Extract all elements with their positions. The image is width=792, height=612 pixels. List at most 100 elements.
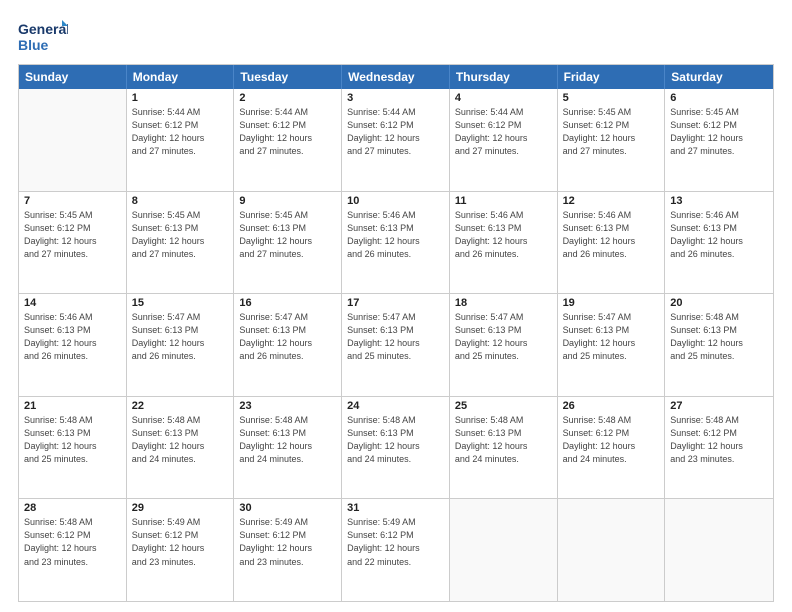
calendar-cell: 6 Sunrise: 5:45 AMSunset: 6:12 PMDaylight… [665, 89, 773, 191]
day-info: Sunrise: 5:45 AMSunset: 6:12 PMDaylight:… [670, 106, 768, 158]
day-number: 15 [132, 297, 229, 309]
day-number: 2 [239, 92, 336, 104]
calendar-week: 14 Sunrise: 5:46 AMSunset: 6:13 PMDayligh… [19, 294, 773, 397]
day-number: 20 [670, 297, 768, 309]
day-number: 3 [347, 92, 444, 104]
day-info: Sunrise: 5:45 AMSunset: 6:13 PMDaylight:… [239, 209, 336, 261]
day-number: 7 [24, 195, 121, 207]
day-info: Sunrise: 5:46 AMSunset: 6:13 PMDaylight:… [24, 311, 121, 363]
calendar-cell: 15 Sunrise: 5:47 AMSunset: 6:13 PMDayligh… [127, 294, 235, 396]
day-info: Sunrise: 5:47 AMSunset: 6:13 PMDaylight:… [239, 311, 336, 363]
calendar-header-cell: Saturday [665, 65, 773, 89]
day-number: 25 [455, 400, 552, 412]
day-number: 21 [24, 400, 121, 412]
calendar-header-cell: Monday [127, 65, 235, 89]
calendar-cell [665, 499, 773, 601]
calendar-cell: 12 Sunrise: 5:46 AMSunset: 6:13 PMDayligh… [558, 192, 666, 294]
day-info: Sunrise: 5:48 AMSunset: 6:13 PMDaylight:… [239, 414, 336, 466]
day-info: Sunrise: 5:49 AMSunset: 6:12 PMDaylight:… [347, 516, 444, 568]
header: General Blue [18, 18, 774, 54]
day-info: Sunrise: 5:45 AMSunset: 6:13 PMDaylight:… [132, 209, 229, 261]
svg-text:Blue: Blue [18, 37, 49, 53]
day-number: 14 [24, 297, 121, 309]
calendar-cell: 30Sunrise: 5:49 AMSunset: 6:12 PMDayligh… [234, 499, 342, 601]
svg-text:General: General [18, 21, 68, 37]
calendar-body: 1 Sunrise: 5:44 AMSunset: 6:12 PMDaylight… [19, 89, 773, 601]
calendar-header-cell: Thursday [450, 65, 558, 89]
day-number: 27 [670, 400, 768, 412]
day-number: 18 [455, 297, 552, 309]
calendar: SundayMondayTuesdayWednesdayThursdayFrid… [18, 64, 774, 602]
day-number: 28 [24, 502, 121, 514]
day-number: 19 [563, 297, 660, 309]
calendar-cell: 2 Sunrise: 5:44 AMSunset: 6:12 PMDaylight… [234, 89, 342, 191]
calendar-cell: 4 Sunrise: 5:44 AMSunset: 6:12 PMDaylight… [450, 89, 558, 191]
day-info: Sunrise: 5:44 AMSunset: 6:12 PMDaylight:… [239, 106, 336, 158]
calendar-header-cell: Friday [558, 65, 666, 89]
calendar-header-cell: Tuesday [234, 65, 342, 89]
day-info: Sunrise: 5:47 AMSunset: 6:13 PMDaylight:… [347, 311, 444, 363]
calendar-cell [450, 499, 558, 601]
calendar-header-cell: Wednesday [342, 65, 450, 89]
day-number: 23 [239, 400, 336, 412]
calendar-cell: 31 Sunrise: 5:49 AMSunset: 6:12 PMDayligh… [342, 499, 450, 601]
day-number: 22 [132, 400, 229, 412]
calendar-cell: 28Sunrise: 5:48 AMSunset: 6:12 PMDayligh… [19, 499, 127, 601]
calendar-week: 1 Sunrise: 5:44 AMSunset: 6:12 PMDaylight… [19, 89, 773, 192]
calendar-cell: 9 Sunrise: 5:45 AMSunset: 6:13 PMDaylight… [234, 192, 342, 294]
page: General Blue SundayMondayTuesdayWednesda… [0, 0, 792, 612]
day-info: Sunrise: 5:44 AMSunset: 6:12 PMDaylight:… [455, 106, 552, 158]
calendar-cell: 11 Sunrise: 5:46 AMSunset: 6:13 PMDayligh… [450, 192, 558, 294]
day-info: Sunrise: 5:46 AMSunset: 6:13 PMDaylight:… [563, 209, 660, 261]
calendar-cell: 10Sunrise: 5:46 AMSunset: 6:13 PMDayligh… [342, 192, 450, 294]
day-info: Sunrise: 5:45 AMSunset: 6:12 PMDaylight:… [563, 106, 660, 158]
day-info: Sunrise: 5:46 AMSunset: 6:13 PMDaylight:… [455, 209, 552, 261]
day-number: 8 [132, 195, 229, 207]
day-number: 17 [347, 297, 444, 309]
day-number: 31 [347, 502, 444, 514]
calendar-header: SundayMondayTuesdayWednesdayThursdayFrid… [19, 65, 773, 89]
day-number: 11 [455, 195, 552, 207]
calendar-cell: 19 Sunrise: 5:47 AMSunset: 6:13 PMDayligh… [558, 294, 666, 396]
day-number: 26 [563, 400, 660, 412]
day-info: Sunrise: 5:44 AMSunset: 6:12 PMDaylight:… [347, 106, 444, 158]
calendar-cell: 20 Sunrise: 5:48 AMSunset: 6:13 PMDayligh… [665, 294, 773, 396]
day-number: 4 [455, 92, 552, 104]
day-info: Sunrise: 5:48 AMSunset: 6:13 PMDaylight:… [132, 414, 229, 466]
day-number: 13 [670, 195, 768, 207]
day-number: 30 [239, 502, 336, 514]
day-number: 6 [670, 92, 768, 104]
day-info: Sunrise: 5:47 AMSunset: 6:13 PMDaylight:… [132, 311, 229, 363]
calendar-cell: 26 Sunrise: 5:48 AMSunset: 6:12 PMDayligh… [558, 397, 666, 499]
calendar-header-cell: Sunday [19, 65, 127, 89]
day-number: 12 [563, 195, 660, 207]
calendar-cell: 17 Sunrise: 5:47 AMSunset: 6:13 PMDayligh… [342, 294, 450, 396]
calendar-cell: 23 Sunrise: 5:48 AMSunset: 6:13 PMDayligh… [234, 397, 342, 499]
day-info: Sunrise: 5:46 AMSunset: 6:13 PMDaylight:… [670, 209, 768, 261]
calendar-cell: 24Sunrise: 5:48 AMSunset: 6:13 PMDayligh… [342, 397, 450, 499]
day-info: Sunrise: 5:48 AMSunset: 6:13 PMDaylight:… [24, 414, 121, 466]
day-info: Sunrise: 5:44 AMSunset: 6:12 PMDaylight:… [132, 106, 229, 158]
day-info: Sunrise: 5:48 AMSunset: 6:13 PMDaylight:… [455, 414, 552, 466]
calendar-cell: 14 Sunrise: 5:46 AMSunset: 6:13 PMDayligh… [19, 294, 127, 396]
calendar-week: 28Sunrise: 5:48 AMSunset: 6:12 PMDayligh… [19, 499, 773, 601]
calendar-week: 7Sunrise: 5:45 AMSunset: 6:12 PMDaylight… [19, 192, 773, 295]
calendar-cell: 16 Sunrise: 5:47 AMSunset: 6:13 PMDayligh… [234, 294, 342, 396]
day-number: 10 [347, 195, 444, 207]
calendar-cell: 27 Sunrise: 5:48 AMSunset: 6:12 PMDayligh… [665, 397, 773, 499]
day-info: Sunrise: 5:47 AMSunset: 6:13 PMDaylight:… [563, 311, 660, 363]
calendar-cell: 5 Sunrise: 5:45 AMSunset: 6:12 PMDaylight… [558, 89, 666, 191]
day-info: Sunrise: 5:48 AMSunset: 6:13 PMDaylight:… [670, 311, 768, 363]
day-info: Sunrise: 5:48 AMSunset: 6:13 PMDaylight:… [347, 414, 444, 466]
calendar-cell: 8 Sunrise: 5:45 AMSunset: 6:13 PMDaylight… [127, 192, 235, 294]
day-info: Sunrise: 5:48 AMSunset: 6:12 PMDaylight:… [670, 414, 768, 466]
day-info: Sunrise: 5:48 AMSunset: 6:12 PMDaylight:… [563, 414, 660, 466]
day-number: 9 [239, 195, 336, 207]
day-number: 1 [132, 92, 229, 104]
calendar-cell: 18 Sunrise: 5:47 AMSunset: 6:13 PMDayligh… [450, 294, 558, 396]
day-number: 16 [239, 297, 336, 309]
calendar-cell: 3 Sunrise: 5:44 AMSunset: 6:12 PMDaylight… [342, 89, 450, 191]
day-info: Sunrise: 5:47 AMSunset: 6:13 PMDaylight:… [455, 311, 552, 363]
calendar-cell [19, 89, 127, 191]
day-number: 5 [563, 92, 660, 104]
